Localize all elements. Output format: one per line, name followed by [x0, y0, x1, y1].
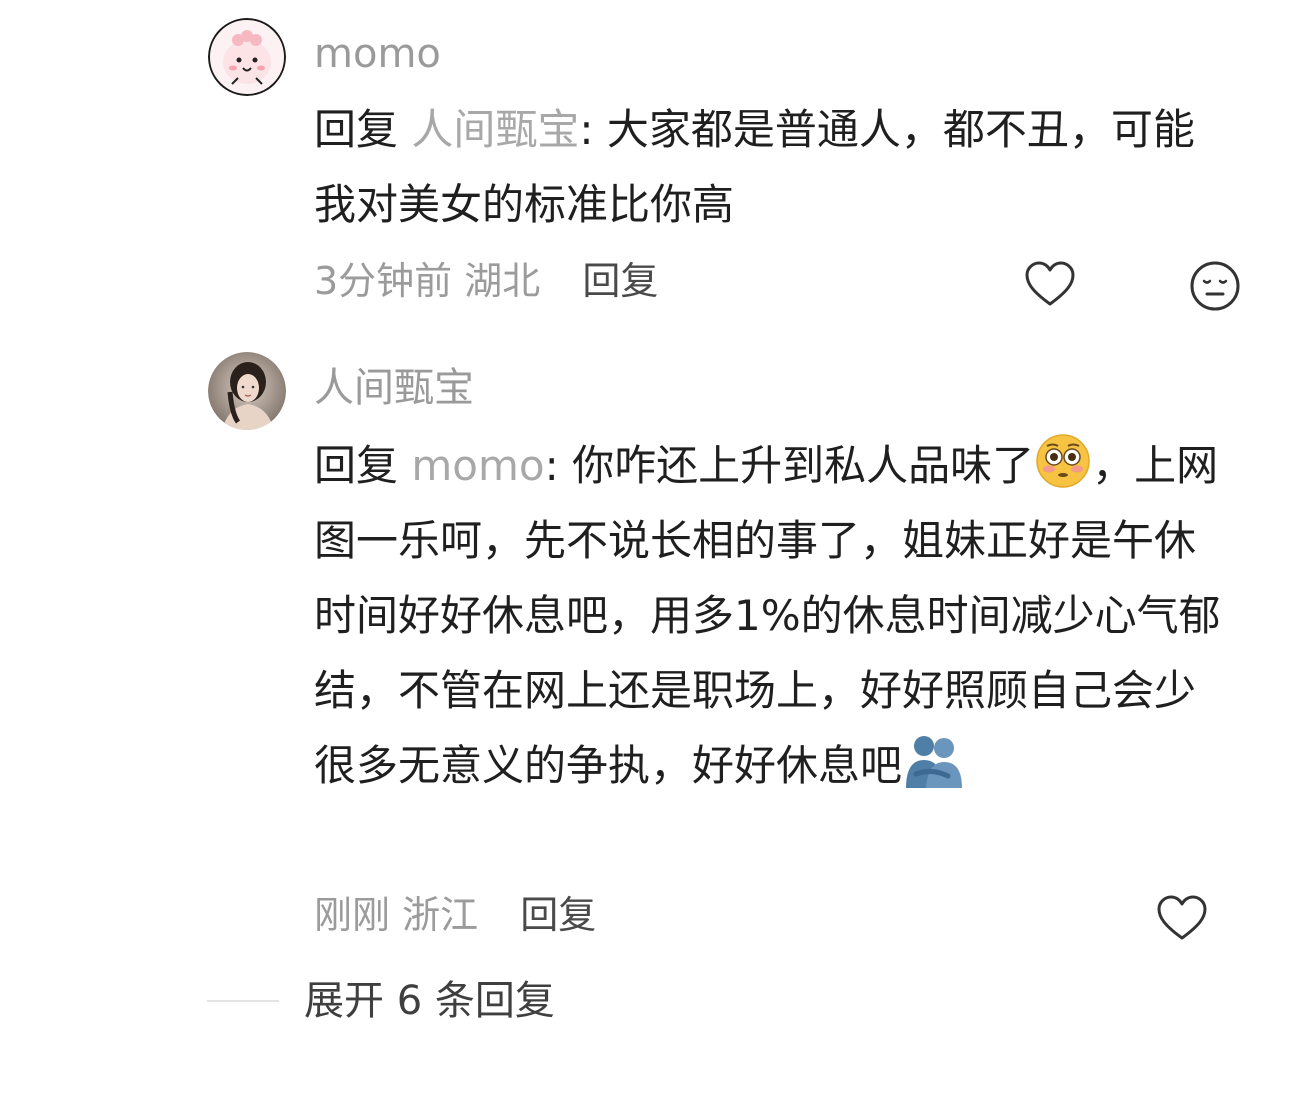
- comment-time: 刚刚: [314, 893, 391, 937]
- flushed-face-emoji-icon: [1036, 434, 1090, 488]
- like-button[interactable]: [1154, 890, 1210, 946]
- comment-time: 3分钟前: [314, 259, 453, 303]
- portrait-photo-avatar-icon: [208, 352, 286, 430]
- comment-username[interactable]: 人间甄宝: [314, 364, 474, 412]
- hugging-people-emoji-icon: [906, 736, 963, 788]
- comment-text: 回复 momo: 你咋还上升到私人品味了 ，上网图一乐呵，先不说长相的事了，姐妹…: [314, 428, 1224, 803]
- divider: [207, 1000, 279, 1002]
- dislike-button[interactable]: [1187, 258, 1243, 314]
- comment-location: 浙江: [402, 893, 479, 937]
- comment-location: 湖北: [464, 259, 541, 303]
- comment-meta: 3分钟前 湖北 回复: [314, 258, 658, 304]
- expand-replies[interactable]: 展开 6 条回复: [0, 976, 1290, 1026]
- avatar[interactable]: [208, 18, 286, 96]
- reply-button[interactable]: 回复: [582, 259, 658, 303]
- comment-text: 回复 人间甄宝: 大家都是普通人，都不丑，可能我对美女的标准比你高: [314, 92, 1224, 242]
- avatar[interactable]: [208, 352, 286, 430]
- reply-target-name[interactable]: momo: [411, 441, 544, 490]
- comment-username[interactable]: momo: [314, 30, 441, 78]
- expand-replies-label[interactable]: 展开 6 条回复: [304, 976, 555, 1026]
- comment-momo: momo 回复 人间甄宝: 大家都是普通人，都不丑，可能我对美女的标准比你高 3…: [0, 0, 1290, 330]
- reply-prefix: 回复: [314, 105, 399, 154]
- comment-meta: 刚刚 浙江 回复: [314, 892, 596, 938]
- reply-button[interactable]: 回复: [520, 893, 596, 937]
- reply-target-name[interactable]: 人间甄宝: [411, 105, 579, 154]
- pink-cartoon-avatar-icon: [208, 18, 286, 96]
- like-button[interactable]: [1022, 256, 1078, 312]
- comment-content-part1: : 你咋还上升到私人品味了: [544, 441, 1035, 490]
- comment-content-part2: ，上网图一乐呵，先不说长相的事了，姐妹正好是午休时间好好休息吧，用多1%的休息时…: [314, 441, 1221, 790]
- heart-icon: [1157, 895, 1207, 940]
- reply-prefix: 回复: [314, 441, 399, 490]
- meh-face-icon: [1190, 261, 1240, 311]
- heart-icon: [1025, 261, 1075, 306]
- comment-renjianzhenbao: 人间甄宝 回复 momo: 你咋还上升到私人品味了 ，上网图一乐呵，先不说长相的…: [0, 330, 1290, 960]
